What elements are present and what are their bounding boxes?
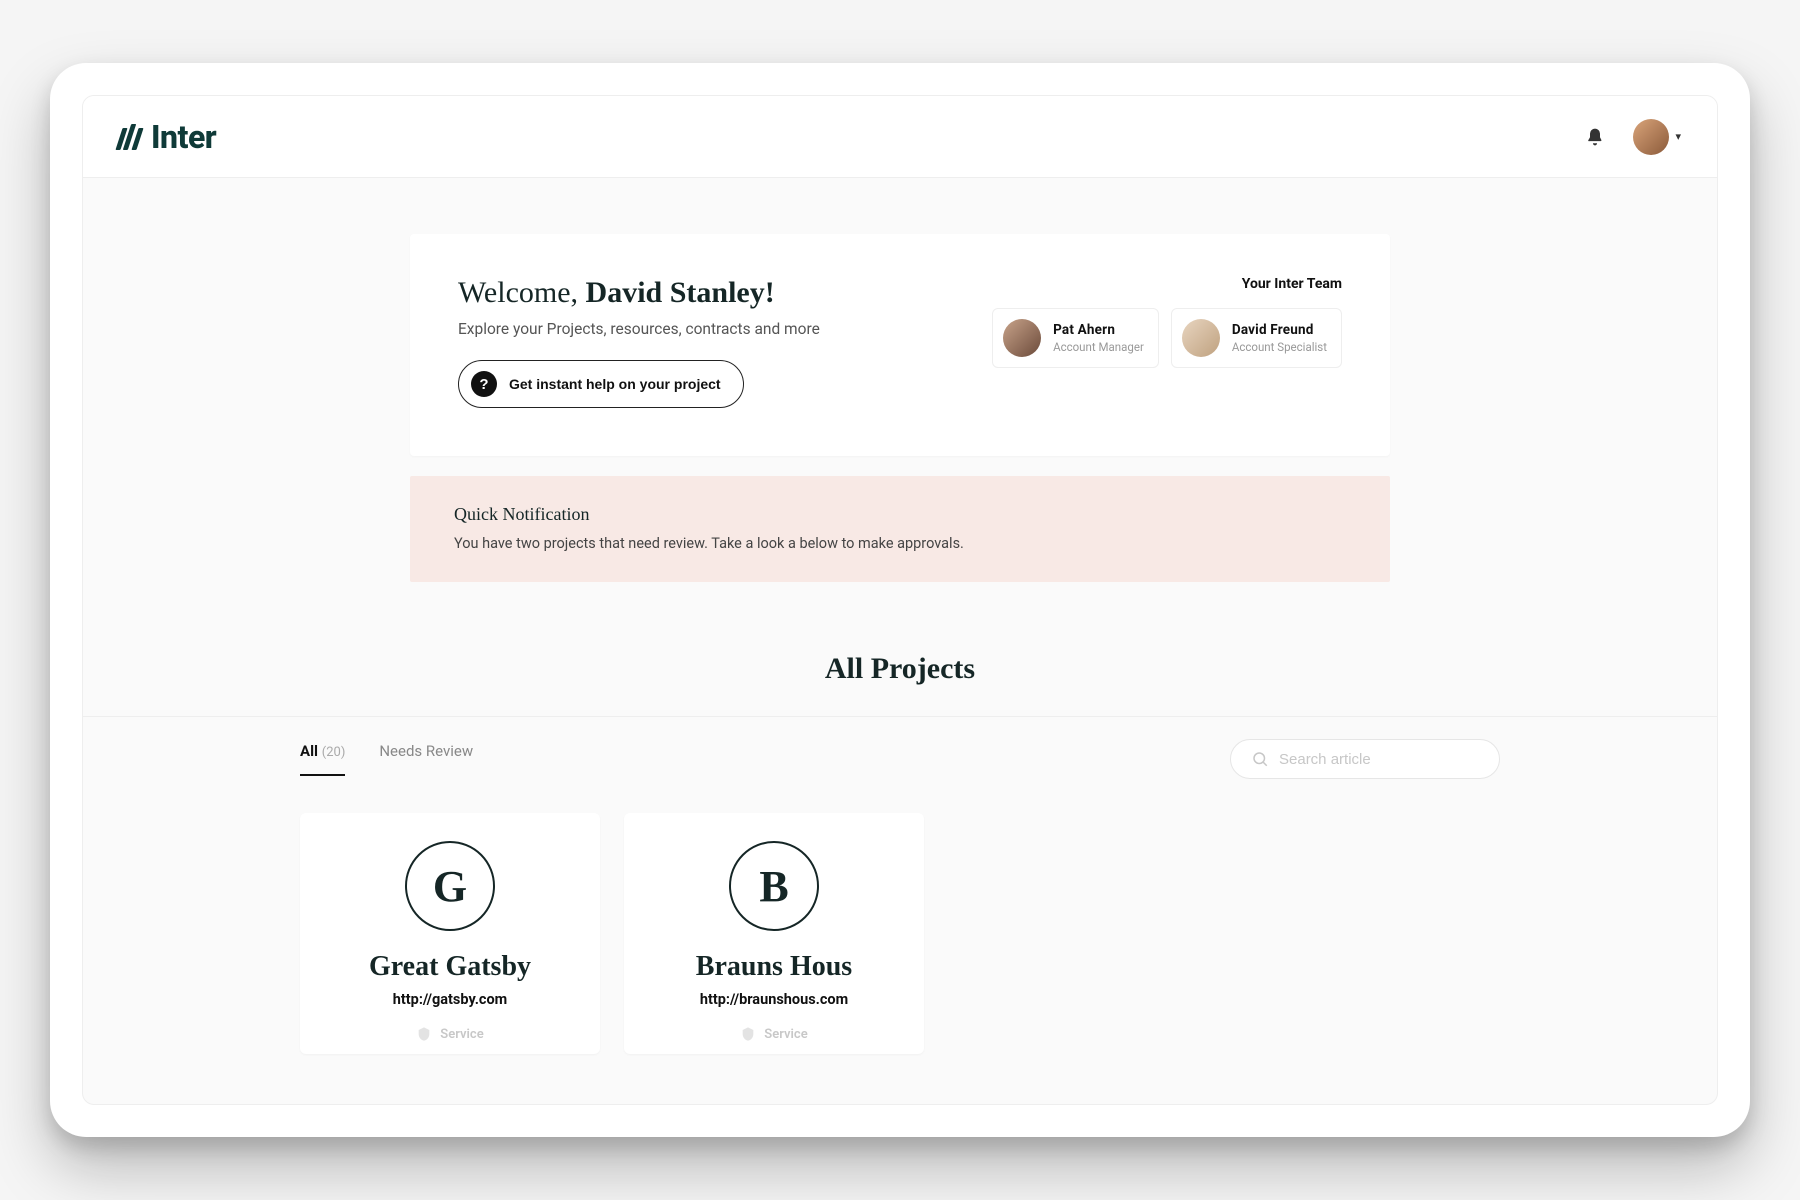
notification-text: You have two projects that need review. … (454, 535, 1346, 552)
projects-section-title: All Projects (825, 652, 975, 686)
welcome-subtitle: Explore your Projects, resources, contra… (458, 320, 982, 338)
tab-all-count: (20) (322, 745, 346, 760)
brand-name: Inter (151, 118, 216, 156)
help-label: Get instant help on your project (509, 376, 721, 392)
search-box[interactable] (1230, 739, 1500, 779)
project-service-label: Service (764, 1027, 807, 1042)
welcome-name: David Stanley! (586, 276, 775, 309)
bell-icon[interactable] (1585, 126, 1605, 148)
logo-mark-icon (119, 124, 145, 150)
tab-all[interactable]: All (20) (300, 742, 345, 776)
user-menu[interactable]: ▾ (1633, 119, 1681, 155)
project-card[interactable]: B Brauns Hous http://braunshous.com Serv… (624, 813, 924, 1054)
app-screen: Inter ▾ Welcome, David Stanley! (82, 95, 1718, 1105)
project-service: Service (740, 1026, 807, 1042)
team-avatar (1003, 319, 1041, 357)
welcome-title: Welcome, David Stanley! (458, 276, 982, 310)
tab-needs-review[interactable]: Needs Review (379, 742, 473, 776)
team-card[interactable]: Pat Ahern Account Manager (992, 308, 1159, 368)
service-icon (416, 1026, 432, 1042)
tabs: All (20) Needs Review (300, 742, 473, 776)
project-name: Great Gatsby (369, 951, 531, 983)
team-row: Pat Ahern Account Manager David Freund A… (982, 308, 1342, 368)
notification-banner: Quick Notification You have two projects… (410, 476, 1390, 582)
team-avatar (1182, 319, 1220, 357)
project-name: Brauns Hous (696, 951, 852, 983)
project-url: http://braunshous.com (700, 991, 848, 1008)
team-role: Account Specialist (1232, 340, 1327, 354)
team-name: Pat Ahern (1053, 322, 1144, 338)
device-frame: Inter ▾ Welcome, David Stanley! (50, 63, 1750, 1137)
team-role: Account Manager (1053, 340, 1144, 354)
projects-area: All (20) Needs Review (83, 716, 1717, 1054)
search-icon (1251, 750, 1269, 768)
project-cards: G Great Gatsby http://gatsby.com Service… (300, 813, 1500, 1054)
project-service-label: Service (440, 1027, 483, 1042)
help-icon: ? (471, 371, 497, 397)
project-initial-badge: B (729, 841, 819, 931)
team-name: David Freund (1232, 322, 1327, 338)
welcome-prefix: Welcome, (458, 276, 586, 309)
main-content: Welcome, David Stanley! Explore your Pro… (83, 178, 1717, 1104)
brand-logo[interactable]: Inter (119, 118, 216, 156)
topbar: Inter ▾ (83, 96, 1717, 178)
tab-all-label: All (300, 742, 318, 760)
search-input[interactable] (1279, 751, 1479, 768)
project-card[interactable]: G Great Gatsby http://gatsby.com Service (300, 813, 600, 1054)
tab-review-label: Needs Review (379, 742, 473, 760)
team-card[interactable]: David Freund Account Specialist (1171, 308, 1342, 368)
project-url: http://gatsby.com (393, 991, 507, 1008)
team-label: Your Inter Team (982, 276, 1342, 292)
topbar-actions: ▾ (1585, 119, 1681, 155)
project-initial-badge: G (405, 841, 495, 931)
project-service: Service (416, 1026, 483, 1042)
user-avatar (1633, 119, 1669, 155)
notification-title: Quick Notification (454, 504, 1346, 525)
help-button[interactable]: ? Get instant help on your project (458, 360, 744, 408)
service-icon (740, 1026, 756, 1042)
caret-down-icon: ▾ (1675, 130, 1681, 143)
tabs-row: All (20) Needs Review (300, 717, 1500, 779)
welcome-card: Welcome, David Stanley! Explore your Pro… (410, 234, 1390, 456)
